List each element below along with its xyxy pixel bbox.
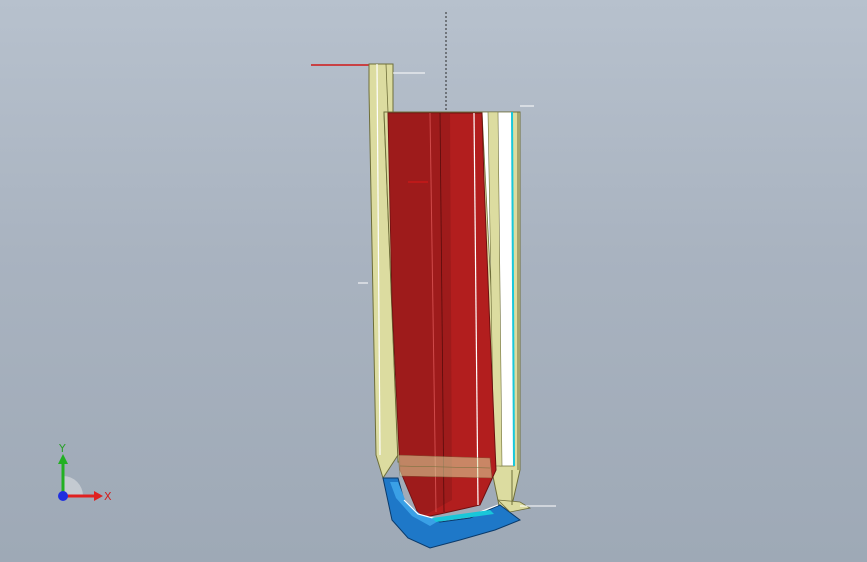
reference-triad: Y X <box>58 442 112 503</box>
y-axis-arrowhead <box>58 454 68 464</box>
x-axis-label: X <box>104 490 112 503</box>
y-axis-label: Y <box>58 442 66 455</box>
z-axis-dot <box>58 491 68 501</box>
3d-model-view[interactable] <box>0 0 867 562</box>
x-axis-arrowhead <box>94 491 103 501</box>
graphics-viewport[interactable]: Y X <box>0 0 867 562</box>
